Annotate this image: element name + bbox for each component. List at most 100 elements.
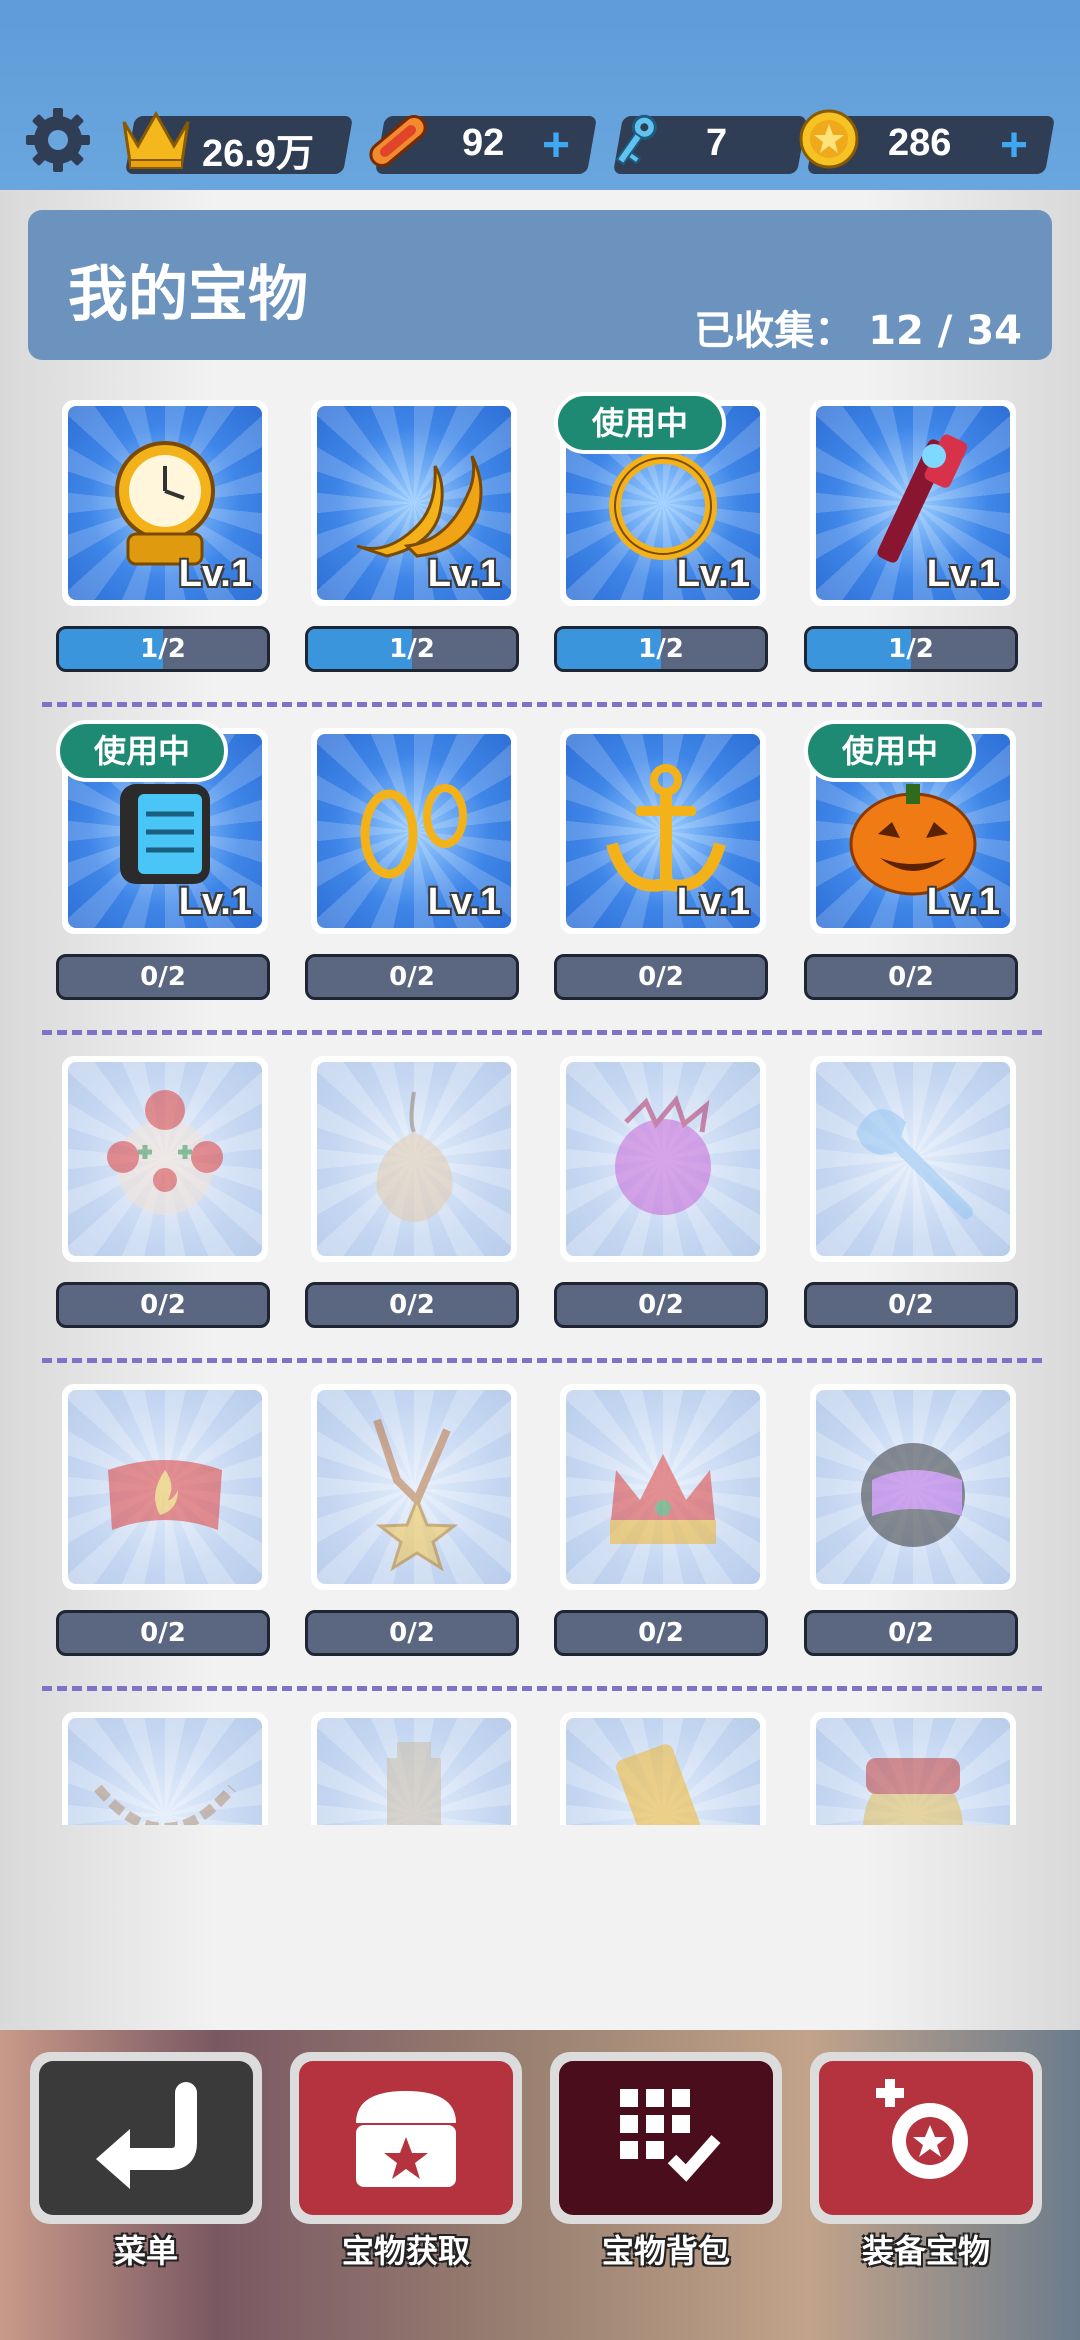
progress-text: 1/2 [140,634,186,664]
treasure-progress-bar: 1/2 [554,626,768,672]
treasure-card-building[interactable] [311,1712,517,1825]
treasure-card-background: Lv.1 [816,406,1010,600]
red-mask-icon [863,1758,963,1825]
treasure-card-background: Lv.1 [317,734,511,928]
treasure-grid: Lv.1 1/2 Lv.1 1/2 Lv.1 使用中 1/2 Lv.1 1/2 Lv.1 使用中 0/… [0,380,1080,1825]
progress-text: 0/2 [140,962,186,992]
treasure-card-background: Lv.1 [68,406,262,600]
treasure-progress-bar: 1/2 [804,626,1018,672]
treasure-card-ghost-wand[interactable]: Lv.1 [810,400,1016,606]
progress-text: 0/2 [140,1290,186,1320]
settings-gear-icon[interactable] [22,104,94,176]
treasure-card-onion-bulb[interactable] [311,1056,517,1262]
row-divider [42,1358,1042,1363]
treasure-progress-bar: 0/2 [804,954,1018,1000]
treasure-header: 我的宝物 已收集： 12 / 34 [28,210,1052,360]
nav-button-face [39,2061,253,2215]
racing-helmet-icon [861,1443,965,1547]
onion-bulb-icon [376,1091,453,1222]
nav-button-face [819,2061,1033,2215]
in-use-badge: 使用中 [804,720,976,782]
nav-button-3[interactable] [550,2052,782,2224]
progress-text: 0/2 [389,1618,435,1648]
in-use-badge: 使用中 [554,392,726,454]
add-coins-button[interactable]: + [1000,118,1028,173]
treasure-card-chain[interactable] [62,1712,268,1825]
grid-check-icon [620,2089,721,2182]
treasure-level: Lv.1 [427,881,501,923]
gold-scroll-icon [616,1744,716,1825]
nav-label: 装备宝物 [861,2232,990,2270]
nav-label: 宝物背包 [601,2232,730,2270]
progress-text: 0/2 [638,1618,684,1648]
treasure-progress-bar: 0/2 [305,1610,519,1656]
progress-text: 1/2 [389,634,435,664]
row-divider [42,1030,1042,1035]
equip-treasure-icon [876,2079,968,2179]
treasure-card-background [816,1718,1010,1825]
treasure-progress-bar: 0/2 [305,954,519,1000]
treasure-card-background: Lv.1 [566,734,760,928]
progress-text: 0/2 [389,962,435,992]
add-boards-button[interactable]: + [542,118,570,173]
treasure-card-star-necklace[interactable] [311,1384,517,1590]
row-divider [42,1686,1042,1691]
treasure-card-background [566,1718,760,1825]
progress-text: 0/2 [888,1290,934,1320]
treasure-level: Lv.1 [427,553,501,595]
treasure-card-fire-headband[interactable] [62,1384,268,1590]
treasure-card-crown[interactable] [560,1384,766,1590]
treasure-level: Lv.1 [926,553,1000,595]
treasure-card-background [816,1062,1010,1256]
treasure-card-golden-horns[interactable]: Lv.1 [311,400,517,606]
collected-count: 已收集： 12 / 34 [694,298,1022,356]
page-title: 我的宝物 [68,260,308,330]
treasure-card-background [317,1390,511,1584]
treasure-card-racing-helmet[interactable] [810,1384,1016,1590]
treasure-card-gold-scroll[interactable] [560,1712,766,1825]
crown-count: 26.9万 [202,133,314,175]
treasure-progress-bar: 0/2 [56,1282,270,1328]
treasure-card-pink-brain[interactable] [560,1056,766,1262]
treasure-card-background [68,1718,262,1825]
treasure-progress-bar: 0/2 [804,1282,1018,1328]
treasure-progress-bar: 0/2 [804,1610,1018,1656]
nav-button-1[interactable] [30,2052,262,2224]
treasure-chest-icon [356,2091,456,2187]
wind-up-key-icon [856,1109,973,1219]
nav-button-2[interactable] [290,2052,522,2224]
treasure-progress-bar: 0/2 [554,954,768,1000]
key-count: 7 [706,122,728,164]
treasure-card-clown-mask[interactable] [62,1056,268,1262]
treasure-progress-bar: 0/2 [56,1610,270,1656]
coin-count: 286 [888,122,952,164]
treasure-card-anchor[interactable]: Lv.1 [560,728,766,934]
treasure-level: Lv.1 [178,553,252,595]
progress-text: 0/2 [638,1290,684,1320]
progress-text: 0/2 [140,1618,186,1648]
treasure-progress-bar: 0/2 [554,1610,768,1656]
chain-icon [94,1784,236,1825]
treasure-card-background [816,1390,1010,1584]
treasure-card-red-mask[interactable] [810,1712,1016,1825]
progress-text: 0/2 [389,1290,435,1320]
pink-brain-icon [615,1094,711,1215]
treasure-card-pocket-watch[interactable]: Lv.1 [62,400,268,606]
treasure-card-gold-earrings[interactable]: Lv.1 [311,728,517,934]
treasure-card-wind-up-key[interactable] [810,1056,1016,1262]
clown-mask-icon [107,1090,223,1215]
crown-icon [610,1454,716,1544]
treasure-card-background [317,1718,511,1825]
progress-text: 0/2 [888,1618,934,1648]
treasure-progress-bar: 1/2 [305,626,519,672]
collected-label: 已收集： [694,308,855,354]
treasure-card-background [68,1390,262,1584]
treasure-progress-bar: 0/2 [554,1282,768,1328]
treasure-level: Lv.1 [926,881,1000,923]
nav-button-4[interactable] [810,2052,1042,2224]
nav-label: 宝物获取 [341,2232,470,2270]
treasure-card-background [68,1062,262,1256]
star-necklace-icon [373,1418,459,1572]
fire-headband-icon [108,1460,222,1530]
treasure-progress-bar: 1/2 [56,626,270,672]
